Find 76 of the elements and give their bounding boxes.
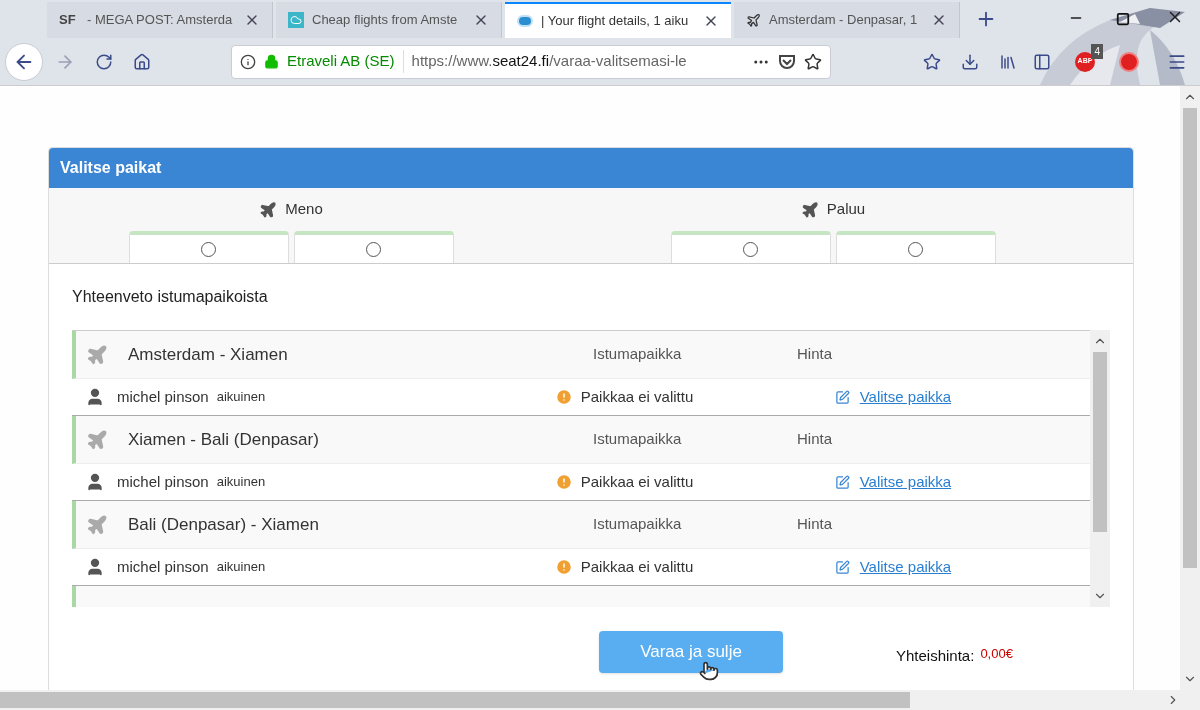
radio-button[interactable] [743,241,758,257]
plane-icon [800,200,819,219]
tab-title: Cheap flights from Amste [312,11,459,30]
download-icon[interactable] [961,52,979,71]
warning-icon [554,558,573,576]
sidebar-icon[interactable] [1033,52,1051,71]
passenger-name: michel pinson [117,471,209,492]
passenger-type: aikuinen [216,558,267,577]
page-scrollbar[interactable] [1180,86,1200,690]
pocket-icon[interactable] [778,53,796,70]
tab-title: | Your flight details, 1 aiku [541,12,690,31]
summary-title: Yhteenveto istumapaikoista [72,287,268,307]
seat-status: Paikkaa ei valittu [580,386,695,407]
cloud-icon [288,12,304,28]
passenger-type: aikuinen [216,473,267,492]
maximize-icon[interactable] [1116,12,1130,26]
radio-button[interactable] [366,241,381,257]
column-header: Hinta [797,514,833,535]
warning-icon [554,388,573,406]
column-header: Istumapaikka [593,429,683,450]
scrollbar[interactable] [1090,330,1110,607]
info-icon[interactable] [240,53,256,70]
column-header: Istumapaikka [593,344,683,365]
browser-tab[interactable]: Cheap flights from Amste [276,2,502,38]
browser-tab[interactable]: Amsterdam - Denpasar, 1 [734,2,960,38]
bookmark-star-icon[interactable] [804,52,822,71]
plane-icon [86,513,108,536]
modal-title: Valitse paikat [60,158,162,178]
route-title: Bali (Denpasar) - Xiamen [128,513,320,536]
column-header: Hinta [797,344,833,365]
total-price: 0,00€ [980,645,1013,663]
reload-icon[interactable] [95,52,113,71]
person-icon [85,557,105,577]
site-logo-icon: SF [59,10,79,30]
direction-label: Paluu [826,199,866,220]
choose-seat-link[interactable]: Valitse paikka [859,470,952,494]
plane-icon [86,343,108,366]
horizontal-scrollbar[interactable] [0,690,1200,710]
warning-icon [554,473,573,491]
passenger-name: michel pinson [117,556,209,577]
bookmarks-icon[interactable] [923,52,941,71]
home-icon[interactable] [133,52,151,71]
direction-label: Meno [285,199,323,220]
passenger-name: michel pinson [117,386,209,407]
radio-button[interactable] [201,241,216,257]
edit-icon [834,389,850,405]
plane-icon [259,200,278,219]
choose-seat-link[interactable]: Valitse paikka [859,385,952,409]
seat-status: Paikkaa ei valittu [580,556,695,577]
plane-icon [746,12,761,28]
column-header: Hinta [797,429,833,450]
person-icon [85,387,105,407]
edit-icon [834,559,850,575]
radio-button[interactable] [908,241,923,257]
passenger-type: aikuinen [216,388,267,407]
column-header: Istumapaikka [593,514,683,535]
choose-seat-link[interactable]: Valitse paikka [859,555,952,579]
seat-status: Paikkaa ei valittu [580,471,695,492]
library-icon[interactable] [999,52,1017,71]
tab-title: - MEGA POST: Amsterda [87,11,234,30]
address-bar[interactable]: Etraveli AB (SE) https://www.seat24.fi/varaa-valitsemasi-le [231,44,831,79]
back-button[interactable] [5,42,43,81]
tab-title: Amsterdam - Denpasar, 1 [769,11,919,30]
hand-cursor-icon [699,661,719,681]
total-label: Yhteishinta: [896,646,975,666]
edit-icon [834,474,850,490]
person-icon [85,472,105,492]
url-text: https://www.seat24.fi/varaa-valitsemasi-le [411,51,688,72]
route-title: Amsterdam - Xiamen [128,343,289,366]
route-title: Xiamen - Bali (Denpasar) [128,428,320,451]
browser-tab[interactable]: | Your flight details, 1 aiku [505,2,731,38]
site-identity: Etraveli AB (SE) [287,50,404,73]
plane-icon [86,428,108,451]
browser-tab[interactable]: SF - MEGA POST: Amsterda [47,2,273,38]
site-logo-icon [517,15,533,27]
lock-icon [264,54,279,69]
